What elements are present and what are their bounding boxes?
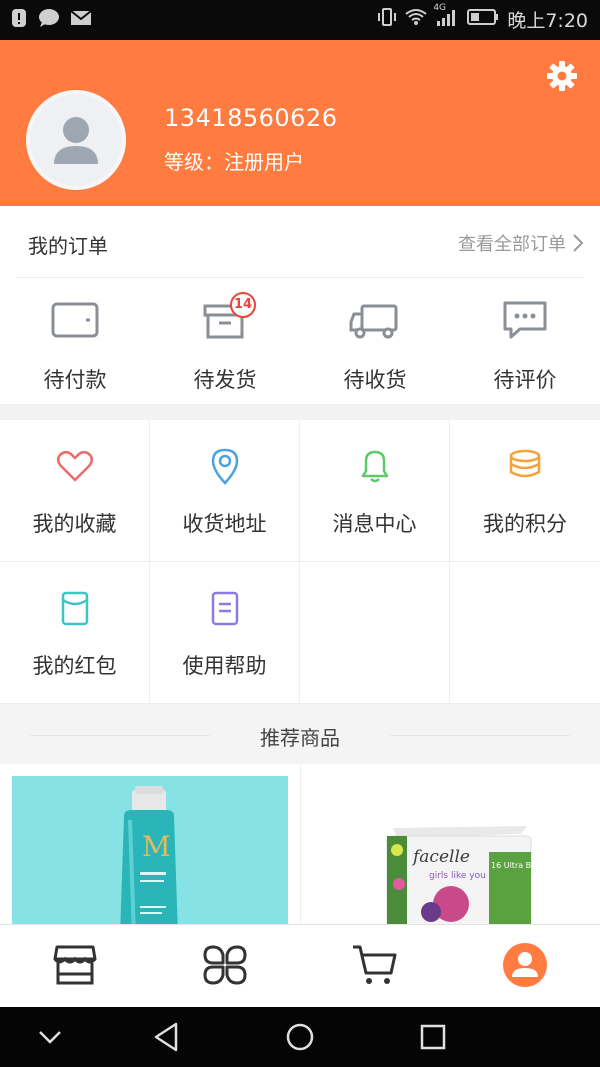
view-all-orders-label: 查看全部订单 bbox=[458, 234, 566, 255]
product-list: M facelle girls like you 16 Ultra Binden bbox=[0, 764, 600, 924]
product-image: facelle girls like you 16 Ultra Binden bbox=[301, 764, 600, 924]
order-status-label: 待付款 bbox=[43, 368, 107, 392]
comment-icon bbox=[503, 301, 547, 339]
store-icon bbox=[53, 945, 97, 985]
red-packet-entry[interactable]: 我的红包 bbox=[0, 562, 150, 704]
vibrate-icon bbox=[377, 7, 397, 32]
tab-store[interactable] bbox=[0, 925, 150, 1008]
chat-icon bbox=[38, 8, 60, 32]
order-status-label: 待收货 bbox=[343, 368, 407, 392]
cart-icon bbox=[353, 945, 397, 984]
empty-cell bbox=[450, 562, 600, 704]
product-brand-mark: M bbox=[142, 830, 171, 863]
avatar[interactable] bbox=[26, 90, 126, 190]
wallet-icon bbox=[51, 302, 99, 338]
order-status-label: 待发货 bbox=[193, 368, 257, 392]
recents-square-icon bbox=[420, 1024, 446, 1050]
nav-collapse-button[interactable] bbox=[30, 1019, 70, 1055]
signal-icon: 4G bbox=[433, 3, 459, 32]
order-status-to-ship[interactable]: 14 待发货 bbox=[150, 292, 300, 402]
service-label: 收货地址 bbox=[182, 512, 267, 536]
home-circle-icon bbox=[286, 1023, 314, 1051]
product-brand-name: facelle bbox=[411, 847, 470, 867]
system-icons: 4G 晚上7:20 bbox=[377, 3, 588, 33]
product-card[interactable]: M bbox=[12, 776, 288, 924]
tab-category[interactable] bbox=[150, 925, 300, 1008]
bottom-tab-bar bbox=[0, 924, 600, 1007]
settings-button[interactable] bbox=[546, 60, 578, 92]
help-doc-icon bbox=[211, 591, 238, 626]
points-entry[interactable]: 我的积分 bbox=[450, 420, 600, 562]
empty-cell bbox=[300, 562, 450, 704]
location-icon bbox=[211, 448, 238, 485]
divider bbox=[390, 735, 570, 736]
battery-icon bbox=[467, 8, 499, 31]
tab-me[interactable] bbox=[450, 925, 600, 1008]
recommend-header: 推荐商品 bbox=[0, 704, 600, 764]
redpacket-icon bbox=[61, 591, 88, 626]
service-label: 消息中心 bbox=[332, 512, 417, 536]
coins-icon bbox=[509, 449, 541, 478]
help-entry[interactable]: 使用帮助 bbox=[150, 562, 300, 704]
tab-cart[interactable] bbox=[300, 925, 450, 1008]
user-icon bbox=[503, 943, 547, 987]
services-grid: 我的收藏 收货地址 消息中心 我的积分 我的红包 使用帮助 bbox=[0, 420, 600, 704]
service-label: 我的积分 bbox=[483, 512, 567, 536]
heart-icon bbox=[56, 451, 93, 482]
order-status-to-review[interactable]: 待评价 bbox=[450, 292, 600, 402]
wifi-icon bbox=[405, 8, 427, 31]
bell-icon bbox=[361, 450, 388, 483]
system-nav-bar bbox=[0, 1007, 600, 1067]
service-label: 使用帮助 bbox=[182, 654, 267, 678]
mail-icon bbox=[70, 9, 92, 31]
service-label: 我的红包 bbox=[32, 654, 117, 678]
orders-title-row: 我的订单 查看全部订单 bbox=[16, 206, 584, 278]
order-status-unpaid[interactable]: 待付款 bbox=[0, 292, 150, 402]
product-card[interactable]: facelle girls like you 16 Ultra Binden bbox=[300, 764, 600, 924]
chevron-down-icon bbox=[39, 1031, 61, 1044]
orders-title: 我的订单 bbox=[28, 234, 108, 258]
chevron-right-icon bbox=[573, 234, 584, 252]
nav-recents-button[interactable] bbox=[413, 1019, 453, 1055]
product-badge: 16 Ultra Binden bbox=[491, 861, 554, 870]
gear-icon bbox=[547, 61, 577, 91]
category-icon bbox=[203, 945, 247, 985]
orders-section: 我的订单 查看全部订单 待付款 14 待发货 待收货 待评价 bbox=[0, 206, 600, 404]
address-entry[interactable]: 收货地址 bbox=[150, 420, 300, 562]
order-status-to-receive[interactable]: 待收货 bbox=[300, 292, 450, 402]
notification-icons bbox=[10, 8, 92, 32]
network-label: 4G bbox=[433, 3, 447, 13]
status-bar: 4G 晚上7:20 bbox=[0, 0, 600, 40]
back-triangle-icon bbox=[154, 1022, 178, 1052]
status-time: 晚上7:20 bbox=[507, 10, 588, 32]
truck-icon bbox=[349, 304, 398, 339]
product-image: M bbox=[12, 776, 288, 924]
profile-header: 13418560626 等级：注册用户 bbox=[0, 40, 600, 206]
user-placeholder-icon bbox=[54, 117, 98, 164]
nav-home-button[interactable] bbox=[280, 1019, 320, 1055]
user-phone: 13418560626 bbox=[164, 104, 338, 132]
order-status-label: 待评价 bbox=[493, 368, 557, 392]
user-level: 等级：注册用户 bbox=[164, 150, 304, 174]
service-label: 我的收藏 bbox=[32, 512, 117, 536]
product-subtitle: girls like you bbox=[429, 871, 486, 881]
favorites-entry[interactable]: 我的收藏 bbox=[0, 420, 150, 562]
recommend-title: 推荐商品 bbox=[260, 726, 340, 750]
alert-icon bbox=[10, 8, 28, 32]
nav-back-button[interactable] bbox=[146, 1019, 186, 1055]
pending-shipment-badge: 14 bbox=[230, 292, 256, 318]
messages-entry[interactable]: 消息中心 bbox=[300, 420, 450, 562]
view-all-orders-link[interactable]: 查看全部订单 bbox=[458, 230, 584, 256]
